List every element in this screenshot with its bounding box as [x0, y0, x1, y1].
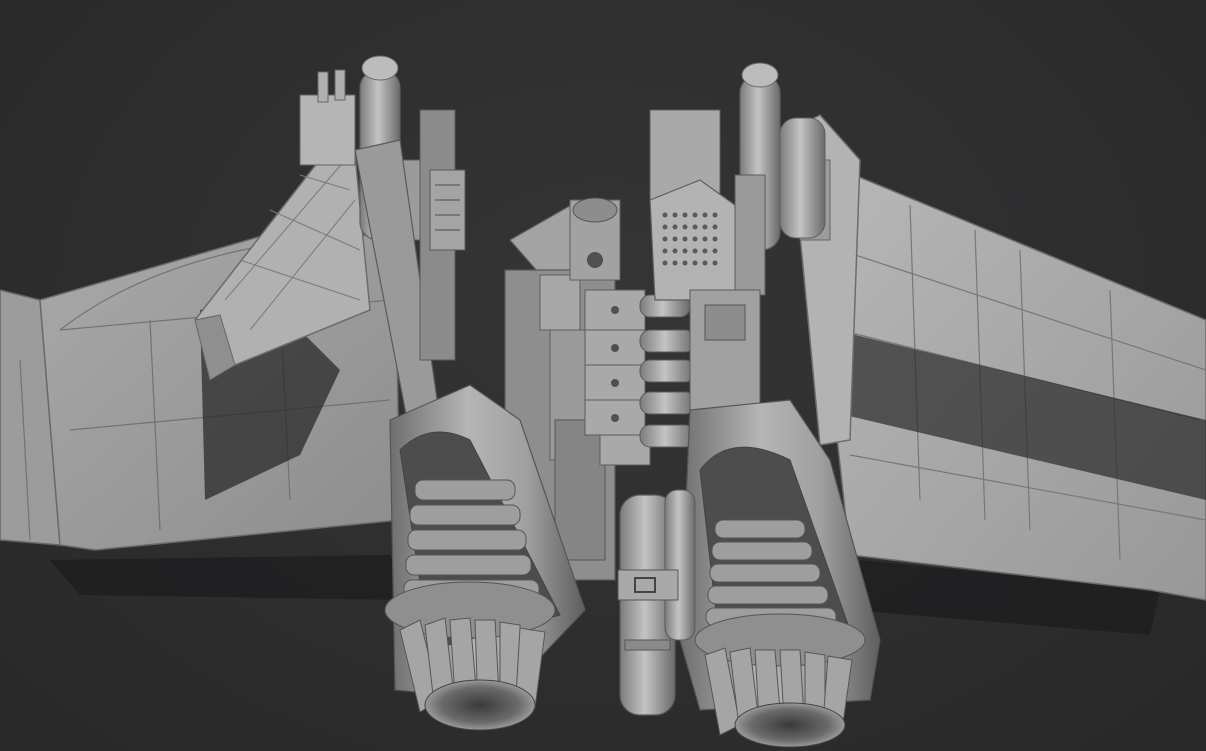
center-lower-tank: [617, 489, 696, 716]
right-wing: [829, 163, 1206, 601]
aircraft-model-render: [0, 55, 1206, 748]
render-viewport: [0, 0, 1206, 751]
